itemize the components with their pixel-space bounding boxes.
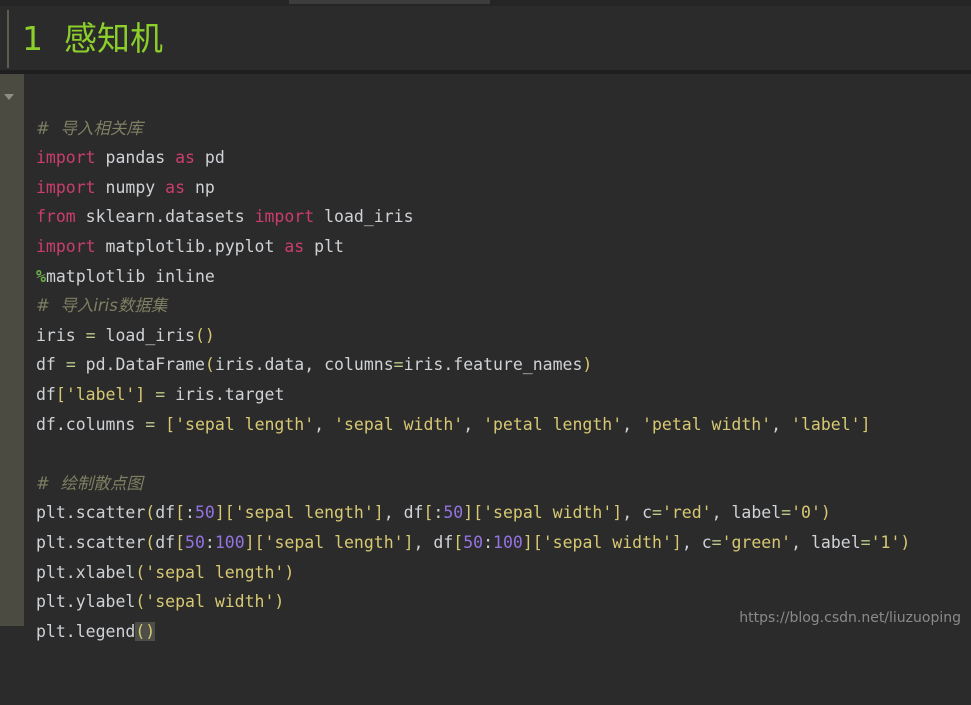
code-line: import numpy as np [36,177,215,197]
code-line: import matplotlib.pyplot as plt [36,236,344,256]
bracket-match-highlight: () [135,621,156,641]
cell-selection-bar [7,10,9,68]
code-line: import pandas as pd [36,148,225,168]
code-line: plt.scatter(df[50:100]['sepal length'], … [36,532,911,552]
notebook-window: 1 感知机 # 导入相关库 import pandas as pd import n… [0,0,971,641]
code-line: from sklearn.datasets import load_iris [36,207,414,227]
markdown-heading-cell[interactable]: 1 感知机 [0,6,971,72]
code-line: plt.scatter(df[:50]['sepal length'], df[… [36,503,831,523]
watermark: https://blog.csdn.net/liuzuoping [739,610,961,626]
code-line: # 导入iris数据集 [36,296,168,316]
code-line: df.columns = ['sepal length', 'sepal wid… [36,414,871,434]
code-line: iris = load_iris() [36,325,215,345]
code-line: df['label'] = iris.target [36,384,285,404]
code-line: # 绘制散点图 [36,473,143,493]
code-line: # 导入相关库 [36,118,143,138]
code-line: plt.xlabel('sepal length') [36,562,295,582]
code-cell[interactable]: # 导入相关库 import pandas as pd import numpy a… [0,74,971,641]
browser-tab-strip[interactable] [289,0,490,4]
code-editor[interactable]: # 导入相关库 import pandas as pd import numpy a… [24,74,971,641]
code-line: %matplotlib inline [36,266,215,286]
cell-gutter[interactable] [0,74,24,626]
code-line: df = pd.DataFrame(iris.data, columns=iri… [36,355,593,375]
page-title: 1 感知机 [22,19,163,58]
chevron-down-icon[interactable] [4,94,14,100]
